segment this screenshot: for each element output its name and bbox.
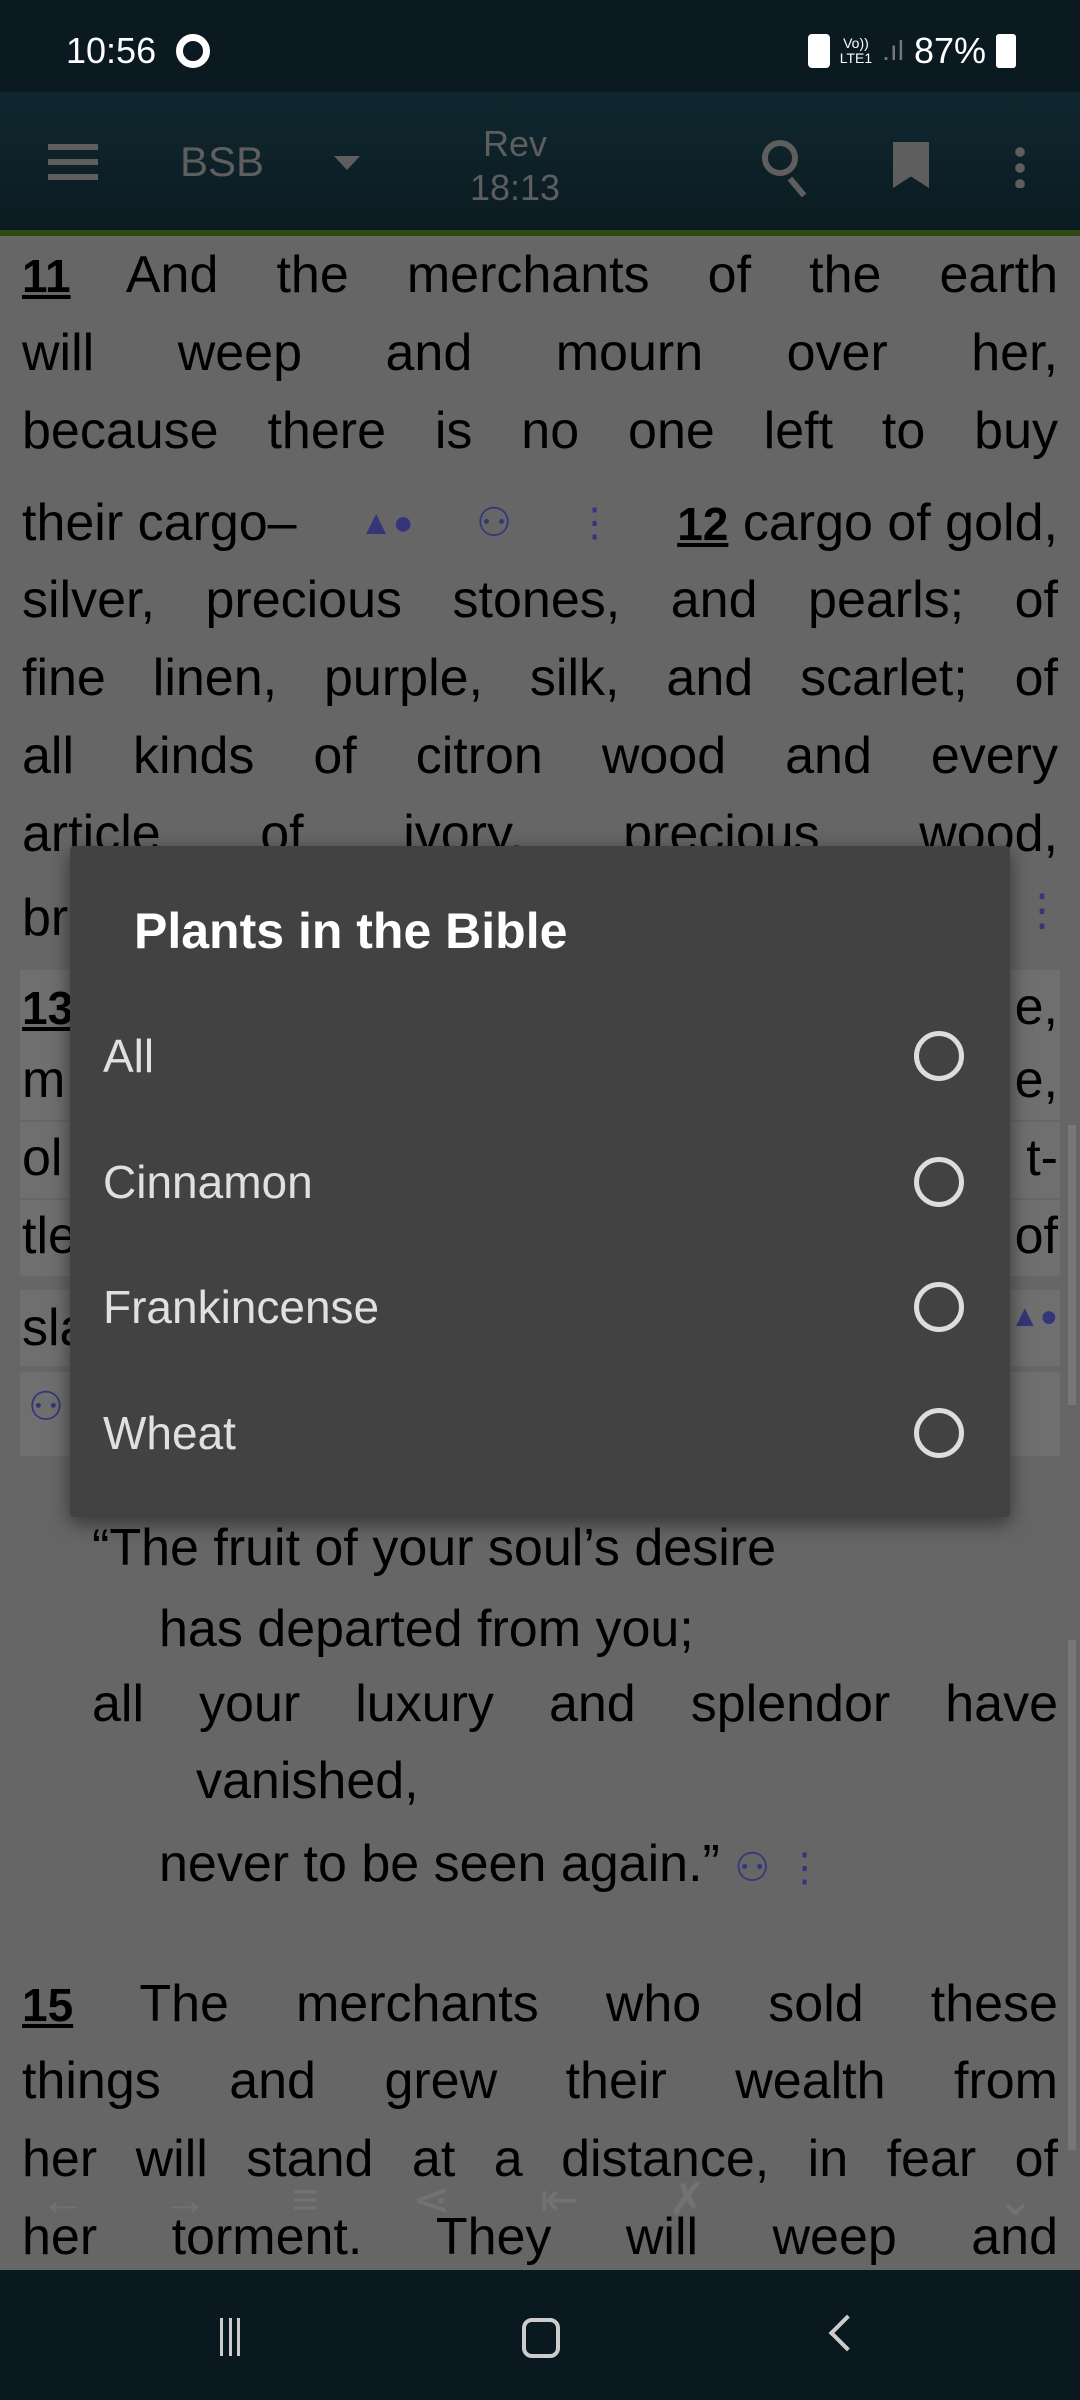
dialog-title: Plants in the Bible: [134, 903, 568, 959]
text-line: 15 The merchants who sold these: [22, 1965, 1058, 2043]
translation-selector[interactable]: BSB: [180, 138, 264, 186]
option-cinnamon[interactable]: Cinnamon: [70, 1120, 1010, 1244]
radio-button[interactable]: [914, 1031, 964, 1081]
more-vert-icon[interactable]: ⋮: [1020, 885, 1064, 936]
more-vert-icon[interactable]: ⋮: [575, 484, 615, 562]
text-line: all kinds of citron wood and every: [22, 727, 1058, 785]
poetry-line: never to be seen again.” ⚇ ⋮: [159, 1825, 1080, 1903]
scrollbar[interactable]: [1068, 1125, 1076, 1405]
app-bar: BSB Rev 18:13: [0, 92, 1080, 232]
verse-text: And the merchants of the earth: [125, 246, 1059, 304]
clock: 10:56: [66, 30, 157, 71]
shapes-icon[interactable]: ▲●: [359, 484, 413, 562]
verse-number[interactable]: 11: [22, 250, 71, 302]
verse-text: The merchants who sold these: [139, 1975, 1058, 2033]
verse-text: e,: [1014, 1051, 1058, 1109]
recents-icon[interactable]: [220, 2318, 240, 2356]
person-icon[interactable]: ⚇: [28, 1384, 64, 1430]
reference-button[interactable]: Rev 18:13: [440, 122, 590, 210]
list-icon[interactable]: ≡: [292, 2172, 319, 2226]
text-line: fine linen, purple, silk, and scarlet; o…: [22, 649, 1058, 707]
forward-arrow-icon[interactable]: →: [162, 2172, 208, 2226]
more-vert-icon[interactable]: [1015, 144, 1025, 188]
poetry-line: “The fruit of your soul’s desire: [92, 1519, 776, 1577]
text-line: silver, precious stones, and pearls; of: [22, 571, 1058, 629]
search-icon-handle: [787, 176, 807, 198]
option-frankincense[interactable]: Frankincense: [70, 1245, 1010, 1369]
battery-percent: 87%: [913, 30, 986, 71]
search-notification-icon: [176, 34, 210, 68]
option-label: Cinnamon: [103, 1156, 313, 1208]
radio-button[interactable]: [914, 1408, 964, 1458]
option-label: Frankincense: [103, 1281, 380, 1333]
verse-number[interactable]: 12: [677, 498, 728, 550]
verse-text: never to be seen again.”: [159, 1835, 720, 1893]
battery-charging-icon: [996, 34, 1016, 68]
back-icon[interactable]: [828, 2314, 866, 2352]
battery-saver-icon: [807, 34, 830, 68]
option-all[interactable]: All: [70, 994, 1010, 1118]
dropdown-icon[interactable]: [334, 156, 360, 170]
menu-icon[interactable]: [48, 144, 98, 180]
status-bar: 10:56 Vo)) LTE1 .ıl 87%: [0, 0, 1080, 92]
person-icon[interactable]: ⚇: [734, 1846, 770, 1890]
lte-label: LTE1: [839, 50, 873, 66]
exit-icon[interactable]: ⇤: [540, 2172, 579, 2226]
tools-icon[interactable]: ✗: [668, 2172, 707, 2226]
verse-text: cargo of gold,: [742, 493, 1058, 552]
option-label: Wheat: [103, 1407, 236, 1459]
radio-button[interactable]: [914, 1157, 964, 1207]
chapter-verse-label: 18:13: [469, 167, 561, 208]
poetry-line: vanished,: [196, 1752, 419, 1810]
person-icon[interactable]: ⚇: [476, 484, 512, 562]
scrollbar[interactable]: [1068, 1640, 1076, 2150]
verse-text: of: [1014, 1207, 1058, 1265]
back-arrow-icon[interactable]: ←: [40, 2172, 86, 2226]
system-nav-bar: [0, 2270, 1080, 2400]
shapes-icon[interactable]: ▲●: [1010, 1300, 1058, 1334]
text-line: their cargo– ▲● ⚇ ⋮ 12 cargo of gold,: [22, 484, 1058, 562]
bottom-toolbar: ← → ≡ ⋖ ⇤ ✗ ⌄: [0, 2172, 1080, 2248]
text-line: will weep and mourn over her,: [22, 324, 1058, 382]
verse-text: m: [22, 1051, 66, 1109]
poetry-line: has departed from you;: [159, 1600, 694, 1658]
verse-text: ol: [22, 1129, 63, 1187]
poetry-line: all your luxury and splendor have: [92, 1675, 1058, 1733]
search-icon[interactable]: [762, 140, 798, 176]
radio-button[interactable]: [914, 1282, 964, 1332]
text-line: 11 And the merchants of the earth: [22, 236, 1058, 314]
option-label: All: [103, 1030, 155, 1082]
option-wheat[interactable]: Wheat: [70, 1371, 1010, 1495]
verse-text: their cargo–: [22, 494, 297, 552]
home-icon[interactable]: [522, 2318, 560, 2358]
verse-number[interactable]: 15: [22, 1979, 73, 2031]
verse-text: e,: [1014, 978, 1058, 1036]
verse-text: tle: [22, 1207, 77, 1265]
network-indicator: Vo)) LTE1: [840, 36, 872, 66]
bookmark-icon[interactable]: [893, 142, 929, 188]
text-line: things and grew their wealth from: [22, 2052, 1058, 2110]
text-line: because there is no one left to buy: [22, 402, 1058, 460]
volte-label: Vo)): [843, 35, 869, 51]
verse-text: t-: [1026, 1129, 1058, 1187]
chevron-down-icon[interactable]: ⌄: [996, 2172, 1035, 2226]
book-label: Rev: [482, 123, 548, 164]
more-vert-icon[interactable]: ⋮: [785, 1846, 825, 1890]
signal-icon: .ıl: [882, 35, 904, 66]
verse-number[interactable]: 13: [22, 982, 73, 1034]
share-icon[interactable]: ⋖: [412, 2172, 451, 2226]
plants-dialog: Plants in the Bible All Cinnamon Frankin…: [70, 846, 1010, 1517]
